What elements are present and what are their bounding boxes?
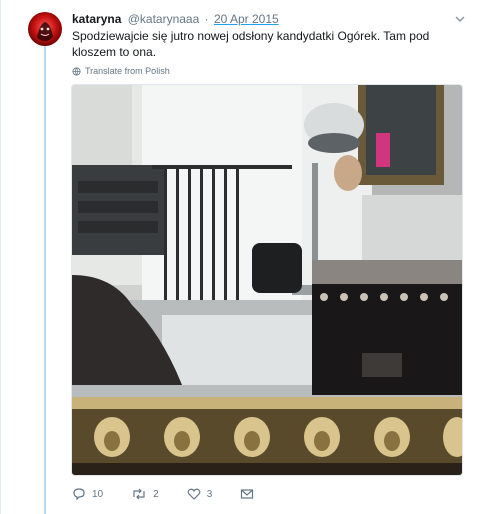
display-name[interactable]: kataryna	[72, 12, 121, 26]
reply-count: 10	[92, 488, 104, 500]
tweet-card[interactable]: kataryna @katarynaaa · 20 Apr 2015 Spodz…	[0, 0, 491, 514]
salon-photo	[72, 85, 462, 475]
retweet-icon	[133, 488, 145, 500]
tweet-actions: 10 2 3	[72, 486, 288, 502]
user-handle[interactable]: @katarynaaa	[128, 12, 200, 26]
retweet-count: 2	[153, 488, 159, 500]
message-icon	[241, 489, 254, 499]
direct-message-button[interactable]	[240, 487, 260, 501]
tweet-text: Spodziewajcie się jutro nowej odsłony ka…	[72, 29, 430, 59]
translate-link[interactable]: Translate from Polish	[72, 66, 170, 76]
translate-label: Translate from Polish	[85, 66, 170, 76]
chevron-down-icon[interactable]	[453, 12, 467, 26]
tweet-date-link[interactable]: 20 Apr 2015	[214, 12, 279, 26]
separator: ·	[204, 12, 209, 26]
like-count: 3	[206, 488, 213, 500]
like-button[interactable]: 3	[187, 487, 213, 501]
globe-icon	[72, 66, 81, 76]
avatar[interactable]	[28, 12, 62, 46]
reply-icon	[73, 488, 85, 501]
heart-icon	[187, 488, 201, 500]
retweet-button[interactable]: 2	[131, 487, 159, 501]
tweet-header: kataryna @katarynaaa · 20 Apr 2015	[72, 12, 279, 26]
thread-line	[44, 46, 46, 514]
tweet-photo[interactable]	[71, 84, 463, 476]
reply-button[interactable]: 10	[72, 487, 103, 501]
avatar-image	[37, 22, 53, 41]
